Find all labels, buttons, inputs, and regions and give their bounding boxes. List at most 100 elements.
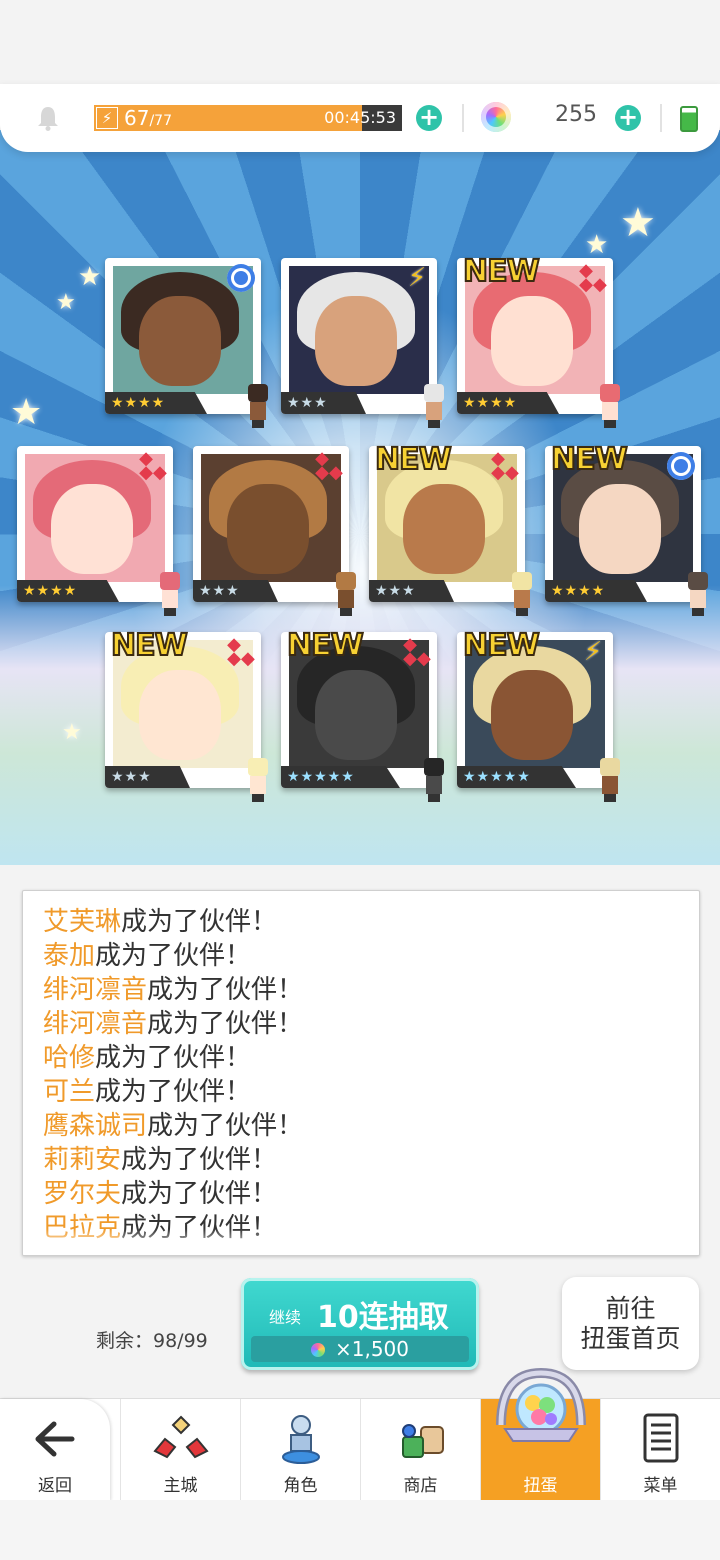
system-nav-strip	[0, 1500, 720, 1560]
sprite-body	[162, 590, 178, 608]
bell-icon[interactable]	[34, 104, 62, 132]
nav-item-characters[interactable]: 角色	[240, 1399, 360, 1501]
sprite-body	[250, 402, 266, 420]
add-gem-button[interactable]: +	[615, 105, 641, 131]
nav-label-gacha: 扭蛋	[523, 1476, 558, 1496]
sprite-body	[426, 402, 442, 420]
diamond-type-icon: ◆ ◆◆	[579, 260, 607, 295]
stamina-max: /77	[149, 113, 172, 129]
stamina-value: 67/77	[124, 105, 172, 131]
character-card[interactable]: ◆ ◆◆ ★★★	[193, 446, 356, 616]
sprite-head	[512, 572, 532, 590]
new-badge: NEW	[286, 627, 365, 664]
log-character-name: 哈修	[43, 1043, 96, 1073]
log-item: 泰加成为了伙伴！	[43, 939, 303, 973]
gacha-result-banner: ★ ★ ★ ★ ★ ★ ★★★★ ⚡ ★★★ ◆ ◆◆ NEW ★★★★ ◆ ◆◆ ★★★★ ◆ ◆◆…	[0, 130, 720, 865]
character-card[interactable]: ◆ ◆◆ ★★★★	[17, 446, 180, 616]
sprite-head	[248, 384, 268, 402]
portrait-face	[139, 670, 221, 760]
character-card[interactable]: ◆ ◆◆ NEW ★★★★	[457, 253, 620, 428]
circle-type-icon	[667, 452, 695, 480]
new-badge: NEW	[550, 441, 629, 478]
sprite-legs	[252, 794, 264, 802]
sprite-body	[250, 776, 266, 794]
portrait-face	[51, 484, 133, 574]
sprite-legs	[252, 420, 264, 428]
nav-label-menu: 菜单	[643, 1476, 678, 1496]
log-character-name: 鹰森诚司	[43, 1111, 148, 1141]
back-label: 返回	[38, 1476, 72, 1496]
nav-item-menu[interactable]: 菜单	[600, 1399, 720, 1501]
sprite-head	[600, 758, 620, 776]
sprite-head	[424, 384, 444, 402]
star-decoration-icon: ★	[10, 392, 43, 433]
sprite-legs	[604, 794, 616, 802]
portrait-face	[491, 670, 573, 760]
sprite-legs	[428, 794, 440, 802]
log-suffix: 成为了伙伴！	[147, 1009, 304, 1039]
continue-10-pull-button[interactable]: 继续 10连抽取 ×1,500	[241, 1278, 479, 1370]
gem-icon	[481, 102, 511, 132]
gacha-home-button[interactable]: 前往 扭蛋首页	[562, 1277, 699, 1370]
status-bar: ⚡ 67/77 00:45:53 + 255 +	[0, 84, 720, 152]
character-card[interactable]: NEW ★★★★	[545, 441, 708, 616]
pixel-sprite	[243, 384, 273, 428]
diamond-type-icon: ◆ ◆◆	[403, 634, 431, 669]
log-suffix: 成为了伙伴！	[121, 907, 278, 937]
star-rating: ★★★★	[457, 392, 559, 414]
nav-label-shop: 商店	[403, 1476, 438, 1496]
log-item: 莉莉安成为了伙伴！	[43, 1143, 303, 1177]
sprite-head	[688, 572, 708, 590]
star-rating: ★★★★	[545, 580, 647, 602]
character-card[interactable]: ◆ ◆◆ NEW ★★★	[105, 627, 268, 802]
star-rating: ★★★★	[105, 392, 207, 414]
stamina-current: 67	[124, 106, 150, 130]
character-card[interactable]: ◆ ◆◆ NEW ★★★	[369, 441, 532, 616]
character-icon	[281, 1415, 320, 1464]
log-item: 艾芙琳成为了伙伴！	[43, 905, 303, 939]
character-card[interactable]: ★★★★	[105, 258, 268, 428]
star-rating: ★★★	[193, 580, 278, 602]
bottom-nav: 返回 主城 角色 商店 扭蛋 菜单	[0, 1367, 720, 1501]
log-suffix: 成为了伙伴！	[95, 941, 252, 971]
star-decoration-icon: ★	[62, 720, 82, 745]
star-decoration-icon: ★	[56, 290, 76, 315]
sprite-legs	[516, 608, 528, 616]
pull-cost-value: ×1,500	[334, 1337, 409, 1361]
sprite-head	[336, 572, 356, 590]
sprite-body	[426, 776, 442, 794]
divider	[660, 104, 662, 132]
log-fade	[23, 1229, 699, 1255]
nav-item-shop[interactable]: 商店	[360, 1399, 480, 1501]
portrait-face	[315, 296, 397, 386]
pixel-sprite	[507, 572, 537, 616]
result-log[interactable]: 艾芙琳成为了伙伴！ 泰加成为了伙伴！ 绯河凛音成为了伙伴！ 绯河凛音成为了伙伴！ 哈修成…	[22, 890, 700, 1256]
portrait-face	[403, 484, 485, 574]
stamina-timer: 00:45:53	[324, 108, 396, 127]
new-badge: NEW	[374, 441, 453, 478]
log-suffix: 成为了伙伴！	[95, 1043, 252, 1073]
home-button-line2: 扭蛋首页	[580, 1323, 681, 1353]
diamond-type-icon: ◆ ◆◆	[491, 448, 519, 483]
log-character-name: 泰加	[43, 941, 96, 971]
sprite-legs	[428, 420, 440, 428]
character-card[interactable]: ⚡ ★★★	[281, 258, 444, 428]
log-item: 绯河凛音成为了伙伴！	[43, 973, 303, 1007]
pixel-sprite	[331, 572, 361, 616]
add-stamina-button[interactable]: +	[416, 105, 442, 131]
log-suffix: 成为了伙伴！	[147, 1111, 304, 1141]
nav-item-main-city[interactable]: 主城	[120, 1399, 240, 1501]
nav-label-main-city: 主城	[163, 1476, 198, 1496]
bolt-type-icon: ⚡	[583, 637, 603, 667]
character-card[interactable]: ⚡ NEW ★★★★★	[457, 627, 620, 802]
back-button[interactable]: 返回	[0, 1399, 110, 1501]
nav-item-gacha[interactable]: 扭蛋	[480, 1367, 600, 1501]
character-card[interactable]: ◆ ◆◆ NEW ★★★★★	[281, 627, 444, 802]
pixel-sprite	[155, 572, 185, 616]
portrait-face	[227, 484, 309, 574]
sprite-legs	[164, 608, 176, 616]
portrait-face	[139, 296, 221, 386]
result-log-list: 艾芙琳成为了伙伴！ 泰加成为了伙伴！ 绯河凛音成为了伙伴！ 绯河凛音成为了伙伴！ 哈修成…	[43, 905, 303, 1245]
sprite-legs	[604, 420, 616, 428]
log-character-name: 莉莉安	[43, 1145, 122, 1175]
